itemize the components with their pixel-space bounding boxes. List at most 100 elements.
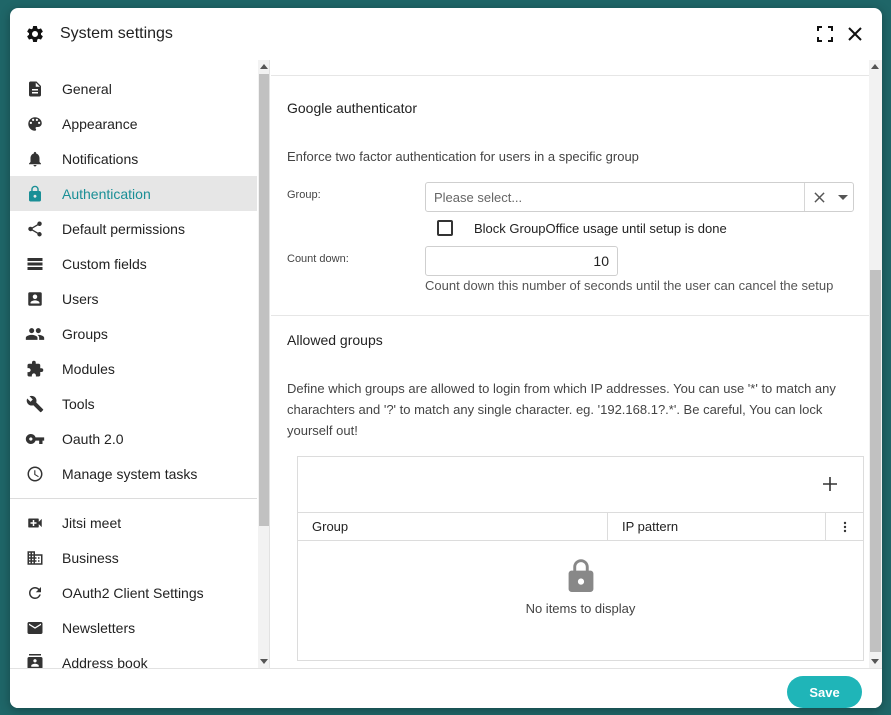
- list-icon: [25, 254, 45, 274]
- more-vertical-icon: [843, 521, 846, 532]
- sidebar-item-label: Jitsi meet: [62, 514, 122, 531]
- column-header-ip-pattern[interactable]: IP pattern: [608, 513, 826, 540]
- gear-icon: [24, 23, 46, 45]
- sidebar-item-label: Groups: [62, 325, 108, 342]
- bell-icon: [25, 149, 45, 169]
- sidebar-item-label: Business: [62, 549, 119, 566]
- people-icon: [25, 324, 45, 344]
- countdown-hint: Count down this number of seconds until …: [425, 278, 834, 293]
- empty-message: No items to display: [525, 601, 636, 616]
- sidebar-item-label: Modules: [62, 360, 115, 377]
- sidebar-item-label: Authentication: [62, 185, 151, 202]
- share-icon: [25, 219, 45, 239]
- sidebar-item-oauth[interactable]: Oauth 2.0: [10, 421, 257, 456]
- group-select[interactable]: Please select...: [425, 182, 854, 212]
- content-scrollbar[interactable]: [869, 60, 882, 668]
- content-scroll-thumb[interactable]: [870, 270, 881, 652]
- title-bar: System settings: [10, 8, 882, 60]
- sidebar-item-business[interactable]: Business: [10, 540, 257, 575]
- wrench-icon: [25, 394, 45, 414]
- grid-header: Group IP pattern: [298, 513, 863, 541]
- countdown-label: Count down:: [287, 253, 349, 265]
- sidebar-item-custom-fields[interactable]: Custom fields: [10, 246, 257, 281]
- document-icon: [25, 79, 45, 99]
- sidebar-scrollbar[interactable]: [258, 60, 269, 668]
- sidebar-item-label: Appearance: [62, 115, 138, 132]
- block-usage-row[interactable]: Block GroupOffice usage until setup is d…: [437, 220, 727, 236]
- settings-content: Google authenticator Enforce two factor …: [271, 60, 882, 668]
- sidebar-item-label: Users: [62, 290, 99, 307]
- lock-icon: [298, 557, 863, 595]
- close-icon: [848, 27, 862, 41]
- sidebar-item-general[interactable]: General: [10, 71, 257, 106]
- lock-icon: [25, 184, 45, 204]
- sidebar-divider: [10, 498, 257, 499]
- sidebar-item-users[interactable]: Users: [10, 281, 257, 316]
- video-add-icon: [25, 513, 45, 533]
- column-menu-button[interactable]: [826, 513, 863, 540]
- sidebar-item-default-permissions[interactable]: Default permissions: [10, 211, 257, 246]
- scroll-down-icon[interactable]: [871, 659, 879, 664]
- block-usage-label: Block GroupOffice usage until setup is d…: [474, 220, 727, 236]
- plus-icon: [823, 477, 837, 491]
- sidebar-item-oauth2-client[interactable]: OAuth2 Client Settings: [10, 575, 257, 610]
- settings-sidebar: General Appearance Notifications Authent…: [10, 60, 270, 668]
- building-icon: [25, 548, 45, 568]
- google-authenticator-title: Google authenticator: [287, 100, 417, 116]
- grid-toolbar: [298, 457, 863, 513]
- save-button[interactable]: Save: [787, 676, 862, 708]
- refresh-icon: [25, 583, 45, 603]
- section-divider: [271, 75, 869, 76]
- sidebar-item-notifications[interactable]: Notifications: [10, 141, 257, 176]
- sidebar-item-authentication[interactable]: Authentication: [10, 176, 257, 211]
- sidebar-item-label: Address book: [62, 654, 148, 669]
- allowed-groups-grid: Group IP pattern No items to display: [297, 456, 864, 661]
- sidebar-item-groups[interactable]: Groups: [10, 316, 257, 351]
- countdown-input[interactable]: 10: [425, 246, 618, 276]
- add-button[interactable]: [819, 473, 841, 495]
- user-box-icon: [25, 289, 45, 309]
- sidebar-item-label: Oauth 2.0: [62, 430, 124, 447]
- sidebar-item-newsletters[interactable]: Newsletters: [10, 610, 257, 645]
- scroll-up-icon[interactable]: [260, 64, 268, 69]
- close-button[interactable]: [842, 21, 868, 47]
- sidebar-item-label: Custom fields: [62, 255, 147, 272]
- puzzle-icon: [25, 359, 45, 379]
- system-settings-window: System settings General Appearance Notif…: [10, 8, 882, 708]
- google-authenticator-description: Enforce two factor authentication for us…: [287, 149, 639, 164]
- column-header-group[interactable]: Group: [298, 513, 608, 540]
- scroll-down-icon[interactable]: [260, 659, 268, 664]
- scroll-up-icon[interactable]: [871, 64, 879, 69]
- sidebar-item-label: Manage system tasks: [62, 465, 198, 482]
- mail-icon: [25, 618, 45, 638]
- dialog-footer: Save: [10, 668, 882, 708]
- sidebar-item-system-tasks[interactable]: Manage system tasks: [10, 456, 257, 491]
- section-divider: [271, 315, 869, 316]
- sidebar-item-modules[interactable]: Modules: [10, 351, 257, 386]
- sidebar-scroll-thumb[interactable]: [259, 74, 269, 526]
- sidebar-item-label: OAuth2 Client Settings: [62, 584, 204, 601]
- sidebar-item-label: Tools: [62, 395, 95, 412]
- clear-icon[interactable]: [805, 191, 833, 203]
- sidebar-item-address-book[interactable]: Address book: [10, 645, 257, 668]
- allowed-groups-title: Allowed groups: [287, 332, 383, 348]
- clock-icon: [25, 464, 45, 484]
- chevron-down-icon[interactable]: [833, 194, 853, 200]
- sidebar-item-jitsi[interactable]: Jitsi meet: [10, 505, 257, 540]
- empty-state: No items to display: [298, 557, 863, 616]
- sidebar-item-appearance[interactable]: Appearance: [10, 106, 257, 141]
- key-icon: [25, 429, 45, 449]
- group-label: Group:: [287, 189, 321, 201]
- maximize-icon: [817, 26, 833, 42]
- maximize-button[interactable]: [812, 21, 838, 47]
- allowed-groups-description: Define which groups are allowed to login…: [287, 381, 836, 438]
- window-title: System settings: [60, 25, 173, 42]
- sidebar-item-label: General: [62, 80, 112, 97]
- block-usage-checkbox[interactable]: [437, 220, 453, 236]
- palette-icon: [25, 114, 45, 134]
- sidebar-item-label: Newsletters: [62, 619, 136, 636]
- contacts-icon: [25, 653, 45, 668]
- sidebar-item-tools[interactable]: Tools: [10, 386, 257, 421]
- sidebar-item-label: Notifications: [62, 150, 139, 167]
- sidebar-item-label: Default permissions: [62, 220, 185, 237]
